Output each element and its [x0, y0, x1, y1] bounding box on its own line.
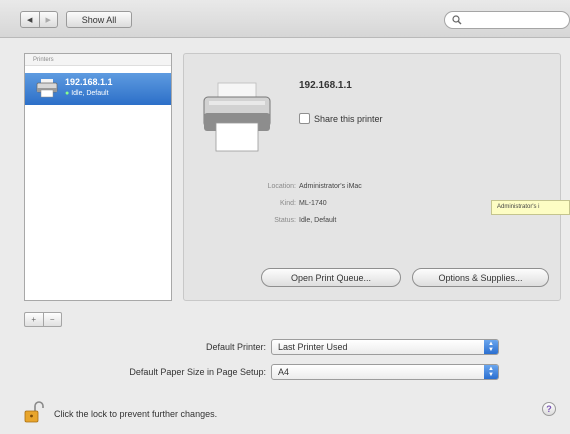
search-field[interactable] [444, 11, 570, 29]
paper-size-label: Default Paper Size in Page Setup: [129, 367, 266, 377]
default-printer-value: Last Printer Used [278, 342, 348, 352]
location-label: Location: [267, 183, 296, 190]
status-label: Status: [274, 217, 296, 224]
open-print-queue-button[interactable]: Open Print Queue... [261, 268, 401, 287]
remove-printer-button[interactable]: − [42, 313, 62, 326]
help-button[interactable]: ? [542, 402, 556, 416]
forward-button[interactable]: ▶ [38, 12, 58, 27]
kind-value: ML-1740 [299, 200, 327, 207]
toolbar: ◀ ▶ Show All [0, 0, 570, 38]
default-printer-select[interactable]: Last Printer Used ▲ ▼ [271, 339, 499, 355]
paper-size-select[interactable]: A4 ▲ ▼ [271, 364, 499, 380]
printer-list-item[interactable]: 192.168.1.1 ● Idle, Default [25, 73, 171, 105]
popup-arrows-icon: ▲ ▼ [484, 365, 498, 379]
tooltip: Administrator's i [491, 200, 570, 215]
share-printer-checkbox[interactable]: Share this printer [299, 113, 383, 124]
add-printer-button[interactable]: + [25, 313, 43, 326]
share-printer-label: Share this printer [314, 113, 383, 124]
popup-arrows-icon: ▲ ▼ [484, 340, 498, 354]
printer-title: 192.168.1.1 [299, 80, 352, 91]
printer-list-header: Printers [25, 54, 171, 66]
back-button[interactable]: ◀ [21, 12, 39, 27]
location-value: Administrator's iMac [299, 183, 362, 190]
nav-segmented-control: ◀ ▶ [20, 11, 58, 28]
lock-message: Click the lock to prevent further change… [54, 409, 218, 419]
printer-list: Printers 192.168.1.1 ● Idle, Default [24, 53, 172, 301]
checkbox[interactable] [299, 113, 310, 124]
printer-detail-panel: 192.168.1.1 Share this printer Location:… [183, 53, 561, 301]
paper-size-value: A4 [278, 367, 290, 377]
printer-status-text: Idle, Default [71, 90, 109, 97]
lock-icon[interactable] [24, 401, 44, 423]
status-dot: ● [65, 90, 70, 97]
printer-icon [36, 79, 58, 98]
options-supplies-button[interactable]: Options & Supplies... [412, 268, 549, 287]
printer-status: ● Idle, Default [65, 90, 109, 97]
printer-name: 192.168.1.1 [65, 77, 113, 87]
printer-large-icon [203, 82, 271, 152]
kind-label: Kind: [280, 200, 296, 207]
search-icon [452, 15, 462, 25]
default-printer-label: Default Printer: [205, 342, 266, 352]
status-value: Idle, Default [299, 217, 337, 224]
show-all-button[interactable]: Show All [66, 11, 132, 28]
add-remove-control: + − [24, 312, 62, 327]
